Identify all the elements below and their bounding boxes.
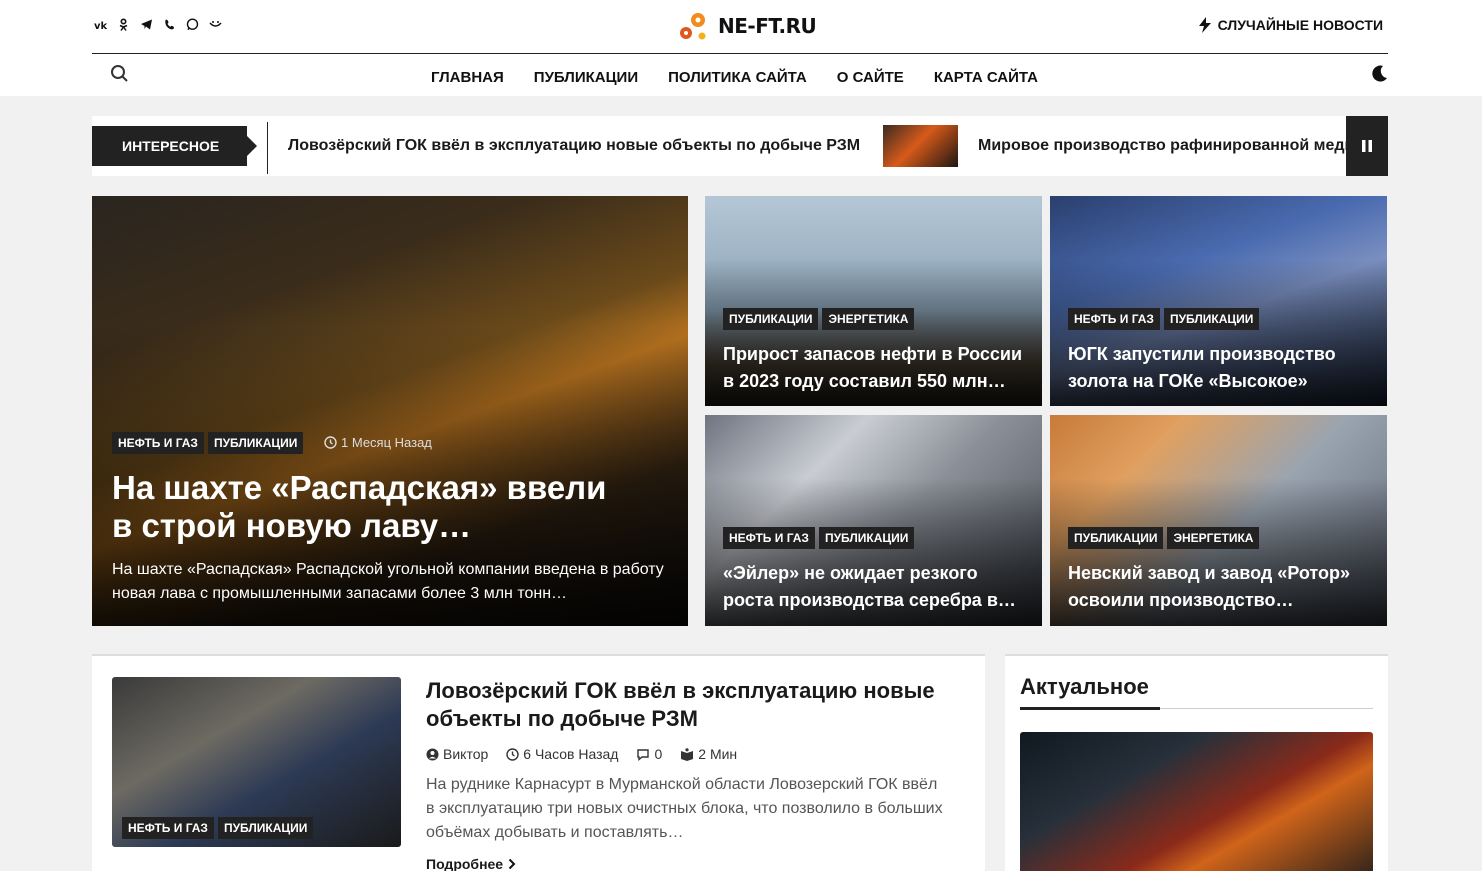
whatsapp-icon[interactable]	[186, 18, 199, 31]
chevron-right-icon	[508, 858, 516, 870]
ticker-item[interactable]: Мировое производство рафинированной меди	[978, 137, 1354, 155]
odnoklassniki-icon[interactable]	[117, 18, 130, 31]
hero-small-card[interactable]: ПУБЛИКАЦИИ ЭНЕРГЕТИКА Невский завод и за…	[1050, 415, 1387, 626]
ticker-separator	[267, 122, 268, 174]
category-tag[interactable]: НЕФТЬ И ГАЗ	[112, 432, 204, 454]
read-more-link[interactable]: Подробнее	[426, 856, 516, 871]
main-nav: ГЛАВНАЯ ПУБЛИКАЦИИ ПОЛИТИКА САЙТА О САЙТ…	[431, 69, 1038, 86]
viber-icon[interactable]	[163, 18, 176, 31]
card-title[interactable]: На шахте «Распадская» ввели в строй нову…	[112, 469, 632, 545]
sidebar-article-image[interactable]	[1020, 732, 1373, 871]
sidebar-title-underline	[1020, 707, 1373, 710]
article-list: НЕФТЬ И ГАЗ ПУБЛИКАЦИИ Ловозёрский ГОК в…	[92, 654, 985, 871]
category-tag[interactable]: НЕФТЬ И ГАЗ	[1068, 308, 1160, 330]
author-name[interactable]: Виктор	[443, 746, 488, 762]
card-title[interactable]: ЮГК запустили производство золота на ГОК…	[1068, 341, 1373, 395]
read-time: 2 Мин	[698, 746, 738, 762]
nav-item-publications[interactable]: ПУБЛИКАЦИИ	[534, 69, 638, 86]
card-tags: НЕФТЬ И ГАЗ ПУБЛИКАЦИИ	[723, 527, 915, 549]
article-thumbnail[interactable]: НЕФТЬ И ГАЗ ПУБЛИКАЦИИ	[112, 677, 401, 847]
nav-item-about[interactable]: О САЙТЕ	[837, 69, 904, 86]
svg-text:vk: vk	[94, 21, 107, 31]
category-tag[interactable]: ПУБЛИКАЦИИ	[217, 817, 314, 839]
hero-main-card[interactable]: НЕФТЬ И ГАЗ ПУБЛИКАЦИИ 1 Месяц Назад На …	[92, 196, 688, 626]
sidebar-widget: Актуальное	[1005, 654, 1388, 871]
logo-text: NE-FT.RU	[718, 14, 817, 38]
social-links: vk	[94, 18, 222, 31]
vk-icon[interactable]: vk	[94, 18, 107, 31]
comment-icon	[637, 748, 650, 761]
lightning-icon	[1198, 17, 1211, 33]
book-icon	[681, 747, 694, 761]
hero-small-card[interactable]: ПУБЛИКАЦИИ ЭНЕРГЕТИКА Прирост запасов не…	[705, 196, 1042, 406]
mail-icon[interactable]	[209, 18, 222, 31]
news-ticker: ИНТЕРЕСНОЕ Ловозёрский ГОК ввёл в эксплу…	[92, 116, 1388, 176]
category-tag[interactable]: ПУБЛИКАЦИИ	[207, 432, 304, 454]
card-title[interactable]: Невский завод и завод «Ротор» освоили пр…	[1068, 560, 1373, 614]
pause-icon[interactable]	[1346, 116, 1388, 176]
article-excerpt: На руднике Карнасурт в Мурманской област…	[426, 776, 943, 841]
category-tag[interactable]: ПУБЛИКАЦИИ	[723, 308, 819, 330]
card-title[interactable]: «Эйлер» не ожидает резкого роста произво…	[723, 560, 1028, 614]
clock-icon	[506, 747, 519, 761]
card-tags: ПУБЛИКАЦИИ ЭНЕРГЕТИКА	[1068, 527, 1260, 549]
nav-item-policy[interactable]: ПОЛИТИКА САЙТА	[668, 69, 807, 86]
ticker-thumbnail[interactable]	[883, 125, 958, 167]
category-tag[interactable]: ПУБЛИКАЦИИ	[1163, 308, 1260, 330]
site-header: vk NE-FT.RU СЛУЧАЙНЫЕ НОВОСТИ ГЛАВНАЯ ПУ…	[0, 0, 1482, 96]
card-tags: НЕФТЬ И ГАЗ ПУБЛИКАЦИИ	[122, 817, 314, 839]
nav-item-home[interactable]: ГЛАВНАЯ	[431, 69, 504, 86]
clock-icon	[324, 436, 337, 449]
card-title[interactable]: Прирост запасов нефти в России в 2023 го…	[723, 341, 1028, 395]
card-tags: НЕФТЬ И ГАЗ ПУБЛИКАЦИИ	[1068, 308, 1260, 330]
article-meta: Виктор 6 Часов Назад 0 2 Мин	[426, 746, 737, 762]
header-divider	[92, 53, 1388, 54]
category-tag[interactable]: ПУБЛИКАЦИИ	[818, 527, 915, 549]
random-news-label: СЛУЧАЙНЫЕ НОВОСТИ	[1217, 17, 1383, 33]
hero-small-card[interactable]: НЕФТЬ И ГАЗ ПУБЛИКАЦИИ «Эйлер» не ожидае…	[705, 415, 1042, 626]
category-tag[interactable]: НЕФТЬ И ГАЗ	[723, 527, 815, 549]
comment-count[interactable]: 0	[654, 746, 662, 762]
ticker-item[interactable]: Ловозёрский ГОК ввёл в эксплуатацию новы…	[288, 137, 860, 155]
article-title[interactable]: Ловозёрский ГОК ввёл в эксплуатацию новы…	[426, 677, 966, 733]
category-tag[interactable]: ЭНЕРГЕТИКА	[822, 308, 915, 330]
random-news-link[interactable]: СЛУЧАЙНЫЕ НОВОСТИ	[1198, 17, 1383, 33]
telegram-icon[interactable]	[140, 18, 153, 31]
search-icon[interactable]	[110, 64, 130, 84]
article-time: 6 Часов Назад	[523, 746, 619, 762]
user-icon	[426, 748, 439, 760]
nav-item-sitemap[interactable]: КАРТА САЙТА	[934, 69, 1038, 86]
sidebar-title: Актуальное	[1020, 674, 1149, 699]
read-more-label: Подробнее	[426, 856, 504, 871]
card-tags: ПУБЛИКАЦИИ ЭНЕРГЕТИКА	[723, 308, 915, 330]
date-text: 1 Месяц Назад	[341, 435, 432, 450]
hero-small-card[interactable]: НЕФТЬ И ГАЗ ПУБЛИКАЦИИ ЮГК запустили про…	[1050, 196, 1387, 406]
category-tag[interactable]: ЭНЕРГЕТИКА	[1167, 527, 1260, 549]
card-tags: НЕФТЬ И ГАЗ ПУБЛИКАЦИИ	[112, 432, 304, 454]
category-tag[interactable]: ПУБЛИКАЦИИ	[1068, 527, 1164, 549]
ticker-label: ИНТЕРЕСНОЕ	[92, 126, 257, 166]
gears-logo-icon	[680, 13, 706, 40]
dark-mode-moon-icon[interactable]	[1369, 64, 1389, 84]
card-description: На шахте «Распадская» Распадской угольно…	[112, 561, 664, 602]
card-date: 1 Месяц Назад	[324, 435, 432, 450]
site-logo[interactable]: NE-FT.RU	[676, 9, 817, 43]
category-tag[interactable]: НЕФТЬ И ГАЗ	[122, 817, 214, 839]
